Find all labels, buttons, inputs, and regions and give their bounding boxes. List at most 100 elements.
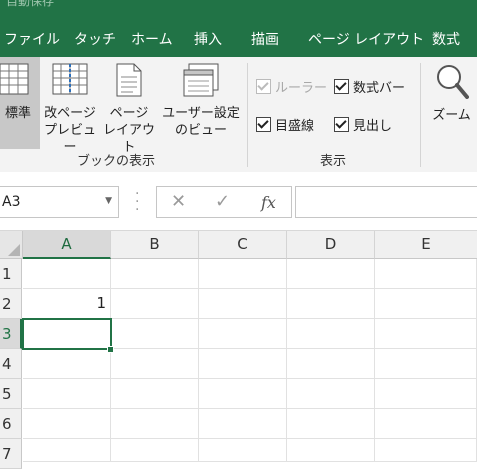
check-icon [256,79,271,94]
tab-formulas[interactable]: 数式 [432,29,460,49]
cell-b5[interactable] [111,379,199,409]
row-header-6[interactable]: 6 [0,409,22,439]
cell-d2[interactable] [287,289,375,319]
page-break-preview-label-1: 改ページ [44,106,96,121]
cell-a5[interactable] [23,379,111,409]
enter-check-icon[interactable]: ✓ [215,191,230,212]
custom-views-label-1: ユーザー設定 [162,106,240,121]
page-layout-label-1: ページ [109,106,149,121]
row-header-3[interactable]: 3 [0,319,22,349]
cell-b7[interactable] [111,439,199,462]
ruler-label: ルーラー [275,81,328,96]
tab-page-layout[interactable]: ページ レイアウト [308,29,424,49]
page-break-preview-button[interactable]: 改ページ プレビュー [40,57,100,155]
row-header-4[interactable]: 4 [0,349,22,379]
ribbon: 標準 改ページ プレビュー ページ レイアウト ユーザー設定 のビュー ブックの… [0,57,477,173]
column-header-e[interactable]: E [375,231,477,259]
cell-d1[interactable] [287,259,375,289]
check-icon [256,117,271,132]
tab-touch[interactable]: タッチ [74,29,116,49]
chevron-down-icon[interactable]: ▼ [105,196,112,206]
custom-views-icon [183,63,219,102]
cell-c5[interactable] [199,379,287,409]
insert-function-icon[interactable]: fx [261,193,276,212]
group-separator [420,63,421,167]
ribbon-tabs: ファイル タッチ ホーム 挿入 描画 ページ レイアウト 数式 [0,20,477,57]
normal-view-button[interactable]: 標準 [0,57,40,149]
normal-view-label: 標準 [4,106,31,121]
cell-e1[interactable] [375,259,477,289]
group-separator [247,63,248,167]
cell-a2[interactable]: 1 [23,289,111,319]
custom-views-label-2: のビュー [174,123,227,138]
cell-c1[interactable] [199,259,287,289]
cell-d5[interactable] [287,379,375,409]
tab-home[interactable]: ホーム [131,29,173,49]
cell-d6[interactable] [287,409,375,439]
show-group-label: 表示 [320,154,347,169]
book-views-group-label: ブックの表示 [77,154,156,169]
tab-draw[interactable]: 描画 [251,29,279,49]
zoom-button[interactable]: ズーム [426,57,477,149]
cell-d7[interactable] [287,439,375,462]
active-cell-selection[interactable] [22,318,112,350]
name-box[interactable]: A3 ▼ [0,186,119,218]
formula-bar: A3 ▼ · · · ✕ ✓ fx [0,172,477,231]
cancel-icon[interactable]: ✕ [171,191,186,212]
check-icon [334,117,349,132]
cell-a4[interactable] [23,349,111,379]
window-title: 自動保存 [6,0,55,8]
cell-b6[interactable] [111,409,199,439]
formula-bar-checkbox[interactable]: 数式バー [334,77,405,96]
cell-a7[interactable] [23,439,111,462]
cell-e6[interactable] [375,409,477,439]
column-header-b[interactable]: B [111,231,199,259]
cell-c4[interactable] [199,349,287,379]
row-header-2[interactable]: 2 [0,289,22,319]
magnifier-icon [435,63,469,104]
cell-e7[interactable] [375,439,477,462]
cell-c2[interactable] [199,289,287,319]
grip-dots-icon[interactable]: · · · [135,187,139,217]
row-header-7[interactable]: 7 [0,439,22,469]
cell-c3[interactable] [199,319,287,349]
cell-d3[interactable] [287,319,375,349]
worksheet-grid: A B C D E 1 2 3 4 5 6 7 1 [0,231,477,469]
custom-views-button[interactable]: ユーザー設定 のビュー [158,57,244,149]
cell-a1[interactable] [23,259,111,289]
cell-a6[interactable] [23,409,111,439]
cell-b1[interactable] [111,259,199,289]
cell-e3[interactable] [375,319,477,349]
cell-b2[interactable] [111,289,199,319]
cell-c6[interactable] [199,409,287,439]
cell-e5[interactable] [375,379,477,409]
page-layout-view-button[interactable]: ページ レイアウト [100,57,158,155]
title-bar: 自動保存 [0,0,477,20]
cell-e2[interactable] [375,289,477,319]
ruler-checkbox[interactable]: ルーラー [256,77,327,96]
column-header-d[interactable]: D [287,231,375,259]
name-box-value: A3 [2,194,21,210]
cell-e4[interactable] [375,349,477,379]
formula-buttons: ✕ ✓ fx [156,186,292,218]
page-layout-icon [116,63,142,102]
fill-handle[interactable] [107,346,114,353]
cell-b3[interactable] [111,319,199,349]
cell-d4[interactable] [287,349,375,379]
cell-c7[interactable] [199,439,287,462]
cell-b4[interactable] [111,349,199,379]
tab-file[interactable]: ファイル [4,29,60,49]
formula-input[interactable] [295,186,477,218]
normal-view-icon [0,63,29,100]
headings-checkbox[interactable]: 見出し [334,115,392,134]
column-header-a[interactable]: A [23,231,111,259]
page-break-preview-icon [52,63,88,100]
select-all-button[interactable] [0,231,23,259]
tab-insert[interactable]: 挿入 [194,29,222,49]
formula-bar-label: 数式バー [353,81,406,96]
row-header-1[interactable]: 1 [0,259,22,289]
column-header-c[interactable]: C [199,231,287,259]
check-icon [334,79,349,94]
row-header-5[interactable]: 5 [0,379,22,409]
gridlines-checkbox[interactable]: 目盛線 [256,115,314,134]
